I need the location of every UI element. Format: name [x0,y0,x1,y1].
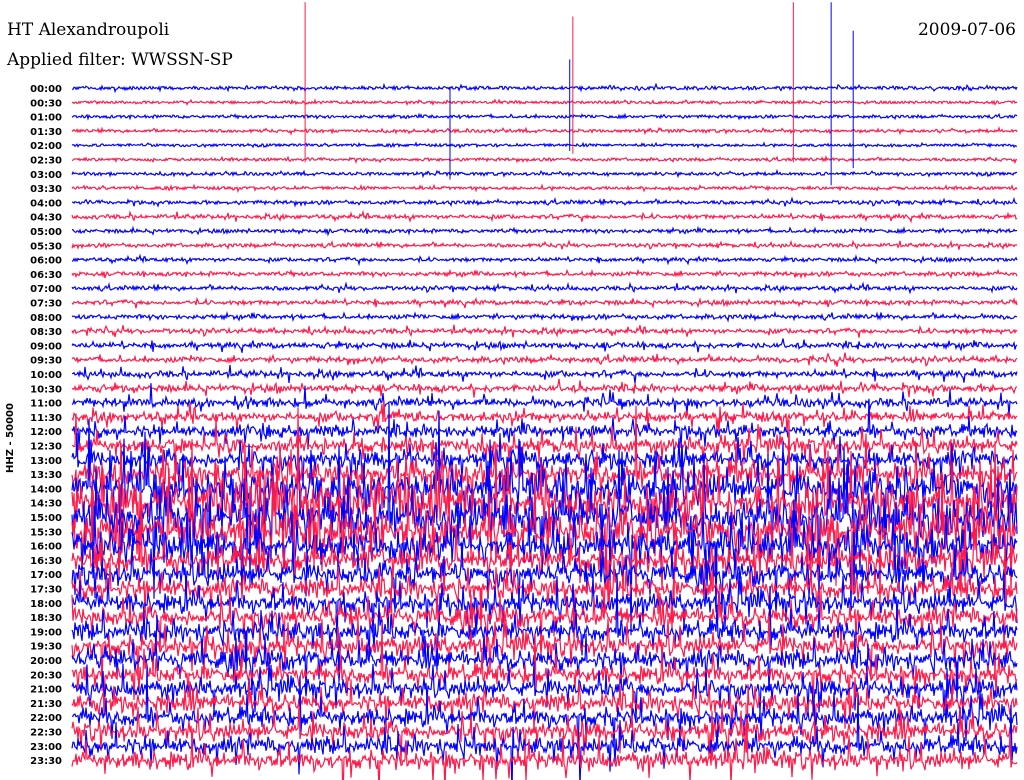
row-time-label: 16:30 [30,556,62,567]
trace-row [71,352,1018,367]
row-time-label: 17:30 [30,585,62,596]
row-time-label: 05:30 [30,241,62,252]
trace-row [71,239,1018,250]
trace-row [72,196,1018,208]
row-time-label: 04:30 [30,213,62,224]
row-time-label: 15:00 [30,513,62,524]
row-time-label: 10:30 [30,384,62,395]
row-time-label: 11:00 [30,399,62,410]
row-time-label: 08:30 [30,327,62,338]
row-time-label: 19:30 [30,642,62,653]
row-time-label: 20:00 [30,656,62,667]
helicorder-plot: HHZ - 50000 00:00 00:30 01:00 01:30 02:00 02:… [5,2,1018,780]
row-time-label: 11:30 [30,413,62,424]
trace-row [71,407,1018,615]
trace-row [71,82,1018,94]
trace-row [71,324,1018,338]
row-time-label: 06:00 [30,256,62,267]
trace-row [71,268,1018,280]
row-time-label: 20:30 [30,670,62,681]
row-time-label: 07:00 [30,284,62,295]
row-time-label: 09:00 [30,341,62,352]
channel-label: HHZ - 50000 [5,403,16,473]
trace-row [71,126,1018,136]
row-time-label: 03:30 [30,184,62,195]
trace-row [71,155,1018,165]
row-time-label: 16:00 [30,542,62,553]
row-time-label: 06:30 [30,270,62,281]
row-time-label: 23:30 [30,756,62,767]
row-time-label: 02:00 [30,141,62,152]
row-time-label: 14:00 [30,484,62,495]
row-time-label: 15:30 [30,527,62,538]
row-time-label: 12:30 [30,442,62,453]
row-time-label: 01:30 [30,127,62,138]
trace-row [71,296,1018,309]
row-time-label: 18:00 [30,599,62,610]
trace-row [71,209,1018,224]
row-time-label: 00:00 [30,84,62,95]
row-time-label: 19:00 [30,627,62,638]
row-time-label: 22:00 [30,713,62,724]
row-time-label: 03:00 [30,170,62,181]
trace-row [71,338,1018,353]
row-time-label: 21:00 [30,685,62,696]
row-time-label: 10:00 [30,370,62,381]
trace-row [71,98,1018,107]
trace-row [71,225,1018,237]
trace-row [71,168,1018,179]
row-time-label: 13:30 [30,470,62,481]
trace-row [71,310,1018,323]
row-time-label: 01:00 [30,113,62,124]
row-time-label: 02:30 [30,156,62,167]
row-time-label: 13:00 [30,456,62,467]
row-time-label: 23:00 [30,742,62,753]
trace-row [71,112,1018,121]
row-time-label: 00:30 [30,98,62,109]
trace-row [71,364,1018,384]
trace-row [71,253,1018,267]
row-time-label: 07:30 [30,299,62,310]
row-time-label: 12:00 [30,427,62,438]
trace-row [71,378,1018,398]
row-time-label: 09:30 [30,356,62,367]
row-time-label: 08:00 [30,313,62,324]
row-time-label: 05:00 [30,227,62,238]
row-time-label: 22:30 [30,728,62,739]
row-time-label: 18:30 [30,613,62,624]
row-time-label: 21:30 [30,699,62,710]
trace-row [71,281,1018,295]
row-time-label: 17:00 [30,570,62,581]
trace-row [71,183,1018,194]
trace-row [71,141,1017,149]
row-time-label: 04:00 [30,198,62,209]
row-time-label: 14:30 [30,499,62,510]
